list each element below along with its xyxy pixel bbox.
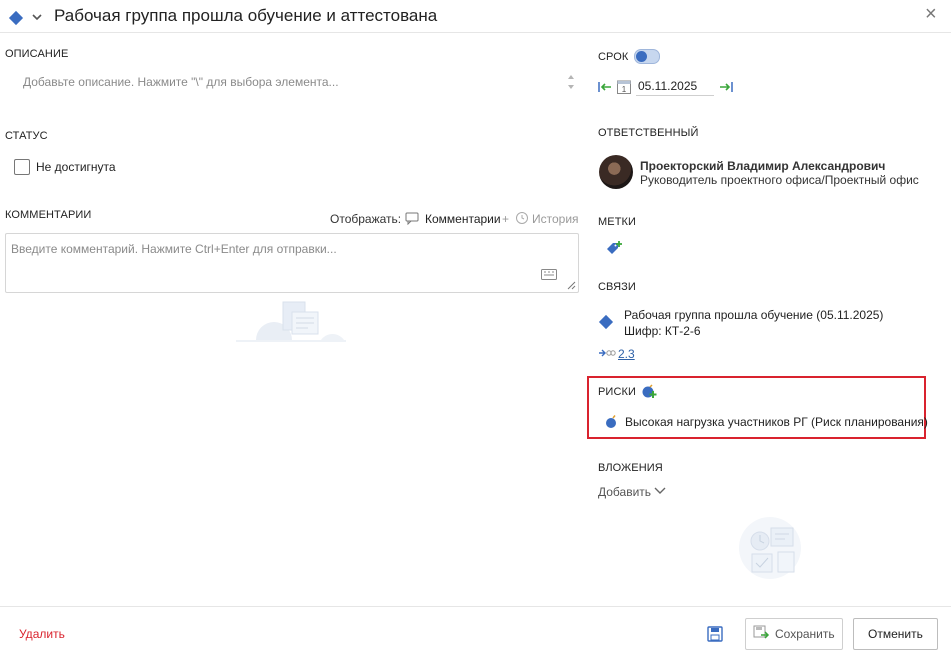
deadline-date-input[interactable]: 05.11.2025 [638, 79, 697, 93]
comments-filter-option[interactable]: Комментарии [425, 212, 501, 226]
calendar-icon[interactable]: 1 [617, 79, 631, 94]
date-underline [636, 95, 714, 96]
responsible-position: Руководитель проектного офиса/Проектный … [640, 173, 919, 187]
links-label: СВЯЗИ [598, 281, 636, 293]
display-label: Отображать: [330, 212, 402, 226]
status-label: СТАТУС [5, 130, 48, 142]
resize-handle-icon[interactable] [567, 281, 576, 290]
comment-input[interactable]: Введите комментарий. Нажмите Ctrl+Enter … [11, 242, 531, 256]
save-button-label: Сохранить [775, 627, 835, 641]
responsible-label: ОТВЕТСТВЕННЫЙ [598, 127, 699, 139]
cancel-button-label: Отменить [868, 627, 923, 641]
shift-left-arrow-icon[interactable] [598, 81, 612, 93]
milestone-diamond-icon [8, 10, 24, 26]
comment-icon [405, 212, 419, 225]
status-checkbox-label: Не достигнута [36, 160, 116, 174]
avatar[interactable] [599, 155, 633, 189]
add-tag-icon[interactable] [606, 241, 622, 257]
linked-item-title[interactable]: Рабочая группа прошла обучение (05.11.20… [624, 308, 883, 322]
empty-comments-illustration-icon [236, 301, 346, 342]
page-title: Рабочая группа прошла обучение и аттесто… [54, 6, 438, 25]
plus-separator: + [502, 212, 510, 226]
responsible-name[interactable]: Проекторский Владимир Александрович [640, 159, 885, 173]
calendar-day: 1 [622, 85, 627, 94]
chevron-down-icon[interactable] [32, 12, 42, 22]
tags-label: МЕТКИ [598, 216, 637, 228]
deadline-toggle[interactable] [634, 49, 660, 64]
link-arrow-icon [599, 349, 616, 357]
risks-highlight-frame [587, 376, 926, 439]
risks-label: РИСКИ [598, 386, 637, 398]
history-icon [516, 212, 528, 224]
milestone-diamond-icon [598, 314, 614, 330]
description-label: ОПИСАНИЕ [5, 48, 69, 60]
deadline-label: СРОК [598, 51, 629, 63]
description-input[interactable]: Добавьте описание. Нажмите "\" для выбор… [23, 75, 553, 89]
status-checkbox[interactable] [14, 159, 30, 175]
risk-item[interactable]: Высокая нагрузка участников РГ (Риск пла… [625, 415, 928, 429]
chevron-down-icon[interactable] [654, 487, 666, 495]
save-disk-icon[interactable] [707, 626, 723, 642]
scroll-arrows-icon[interactable] [566, 71, 576, 93]
empty-attachments-illustration-icon [739, 517, 801, 579]
sub-link[interactable]: 2.3 [618, 347, 635, 361]
comments-label: КОММЕНТАРИИ [5, 209, 92, 221]
save-close-icon [753, 625, 770, 639]
keyboard-icon[interactable] [541, 269, 557, 280]
history-filter-option[interactable]: История [532, 212, 579, 226]
risk-bomb-icon [606, 415, 616, 428]
close-icon[interactable]: × [925, 4, 937, 24]
linked-item-code: Шифр: КТ-2-6 [624, 324, 701, 338]
add-attachment-dropdown[interactable]: Добавить [598, 485, 651, 499]
shift-right-arrow-icon[interactable] [719, 81, 733, 93]
attachments-label: ВЛОЖЕНИЯ [598, 462, 663, 474]
add-risk-icon[interactable] [641, 383, 657, 399]
delete-button[interactable]: Удалить [19, 627, 65, 641]
